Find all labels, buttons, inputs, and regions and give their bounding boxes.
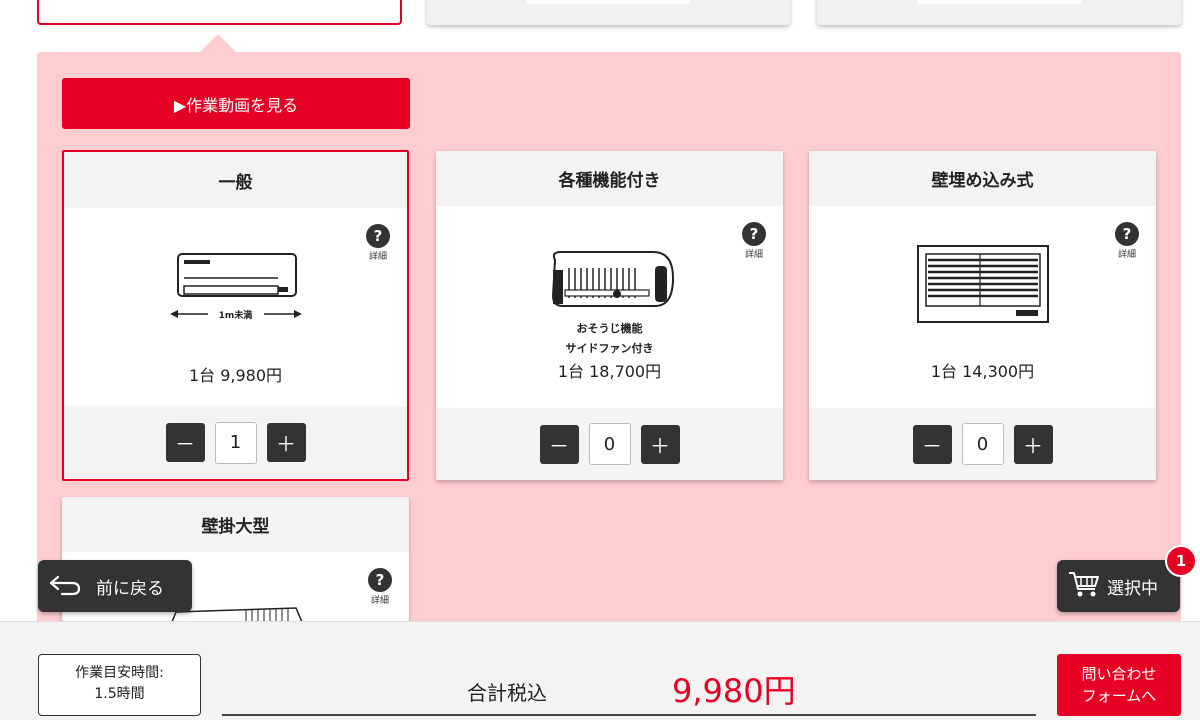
product-card-title: 各種機能付き <box>436 151 783 206</box>
cart-button[interactable]: 選択中 <box>1057 560 1180 612</box>
question-icon: ? <box>1115 222 1139 246</box>
total-price: 9,980円 <box>672 672 796 710</box>
top-card-3[interactable] <box>817 0 1181 25</box>
product-card-body: ? 詳細 1m未満 1台 9,980円 <box>64 208 407 406</box>
builtin-aircon-icon <box>809 244 1156 324</box>
decrement-button[interactable]: － <box>165 423 205 462</box>
product-price: 1台 18,700円 <box>557 362 662 381</box>
increment-button[interactable]: ＋ <box>1013 424 1053 464</box>
help-button[interactable]: ? 詳細 <box>365 568 395 606</box>
product-card-title: 壁掛大型 <box>62 497 409 552</box>
quantity-stepper: － 1 ＋ <box>64 406 407 479</box>
panel-notch <box>200 34 236 52</box>
back-arrow-icon <box>48 572 82 601</box>
back-button[interactable]: 前に戻る <box>38 560 192 612</box>
question-icon: ? <box>368 568 392 592</box>
total-label: 合計税込 <box>467 681 547 705</box>
watch-video-button[interactable]: ▶作業動画を見る <box>62 78 410 129</box>
increment-button[interactable]: ＋ <box>640 424 680 464</box>
product-card-general[interactable]: 一般 ? 詳細 1m未満 1台 9,980円 － 1 ＋ <box>62 150 409 481</box>
product-card-body: ? 詳細 1台 14,300円 <box>809 206 1156 408</box>
decrement-button[interactable]: － <box>539 424 579 464</box>
product-price: 1台 9,980円 <box>188 366 283 385</box>
quantity-field[interactable]: 1 <box>214 421 257 464</box>
product-card-body: ? 詳細 おそうじ機能 サイドファン付き 1台 18,700円 <box>436 206 783 408</box>
contact-form-button[interactable]: 問い合わせ フォームへ <box>1057 654 1181 716</box>
product-card-title: 一般 <box>64 152 407 208</box>
top-card-image <box>917 0 1081 4</box>
estimated-time-value: 1.5時間 <box>94 686 145 702</box>
quantity-field[interactable]: 0 <box>588 423 631 465</box>
quantity-stepper: － 0 ＋ <box>809 408 1156 480</box>
product-card-title: 壁埋め込み式 <box>809 151 1156 206</box>
top-card-image <box>527 0 690 4</box>
feature-caption-1: おそうじ機能 <box>576 322 643 335</box>
question-icon: ? <box>366 224 390 248</box>
page: ▶作業動画を見る 一般 ? 詳細 1m未満 1台 9,980円 － 1 ＋ 各種… <box>0 0 1200 720</box>
dimension-label: 1m未満 <box>218 311 253 321</box>
contact-form-label-1: 問い合わせ <box>1081 665 1157 683</box>
footer-bar: 作業目安時間: 1.5時間 合計税込 9,980円 問い合わせ フォームへ <box>0 621 1200 720</box>
cart-icon <box>1067 569 1101 604</box>
question-icon: ? <box>742 222 766 246</box>
top-card-selected[interactable] <box>37 0 402 25</box>
quantity-stepper: － 0 ＋ <box>436 408 783 480</box>
top-card-2[interactable] <box>427 0 790 25</box>
cart-button-label: 選択中 <box>1107 578 1158 599</box>
quantity-field[interactable]: 0 <box>961 423 1004 465</box>
estimated-time-box: 作業目安時間: 1.5時間 <box>38 654 201 716</box>
cart-count-badge: 1 <box>1165 545 1197 577</box>
product-price: 1台 14,300円 <box>930 362 1035 381</box>
back-button-label: 前に戻る <box>96 578 164 599</box>
estimated-time-label: 作業目安時間: <box>75 665 164 681</box>
product-card-builtin[interactable]: 壁埋め込み式 ? 詳細 1台 14,300円 － 0 ＋ <box>809 151 1156 480</box>
function-aircon-icon <box>436 248 783 314</box>
total-divider <box>222 714 1036 716</box>
contact-form-label-2: フォームへ <box>1081 687 1157 705</box>
decrement-button[interactable]: － <box>912 424 952 464</box>
product-card-function[interactable]: 各種機能付き ? 詳細 おそうじ機能 サイドファン付き 1台 18,700円 －… <box>436 151 783 480</box>
increment-button[interactable]: ＋ <box>266 423 306 462</box>
feature-caption-2: サイドファン付き <box>565 342 654 355</box>
